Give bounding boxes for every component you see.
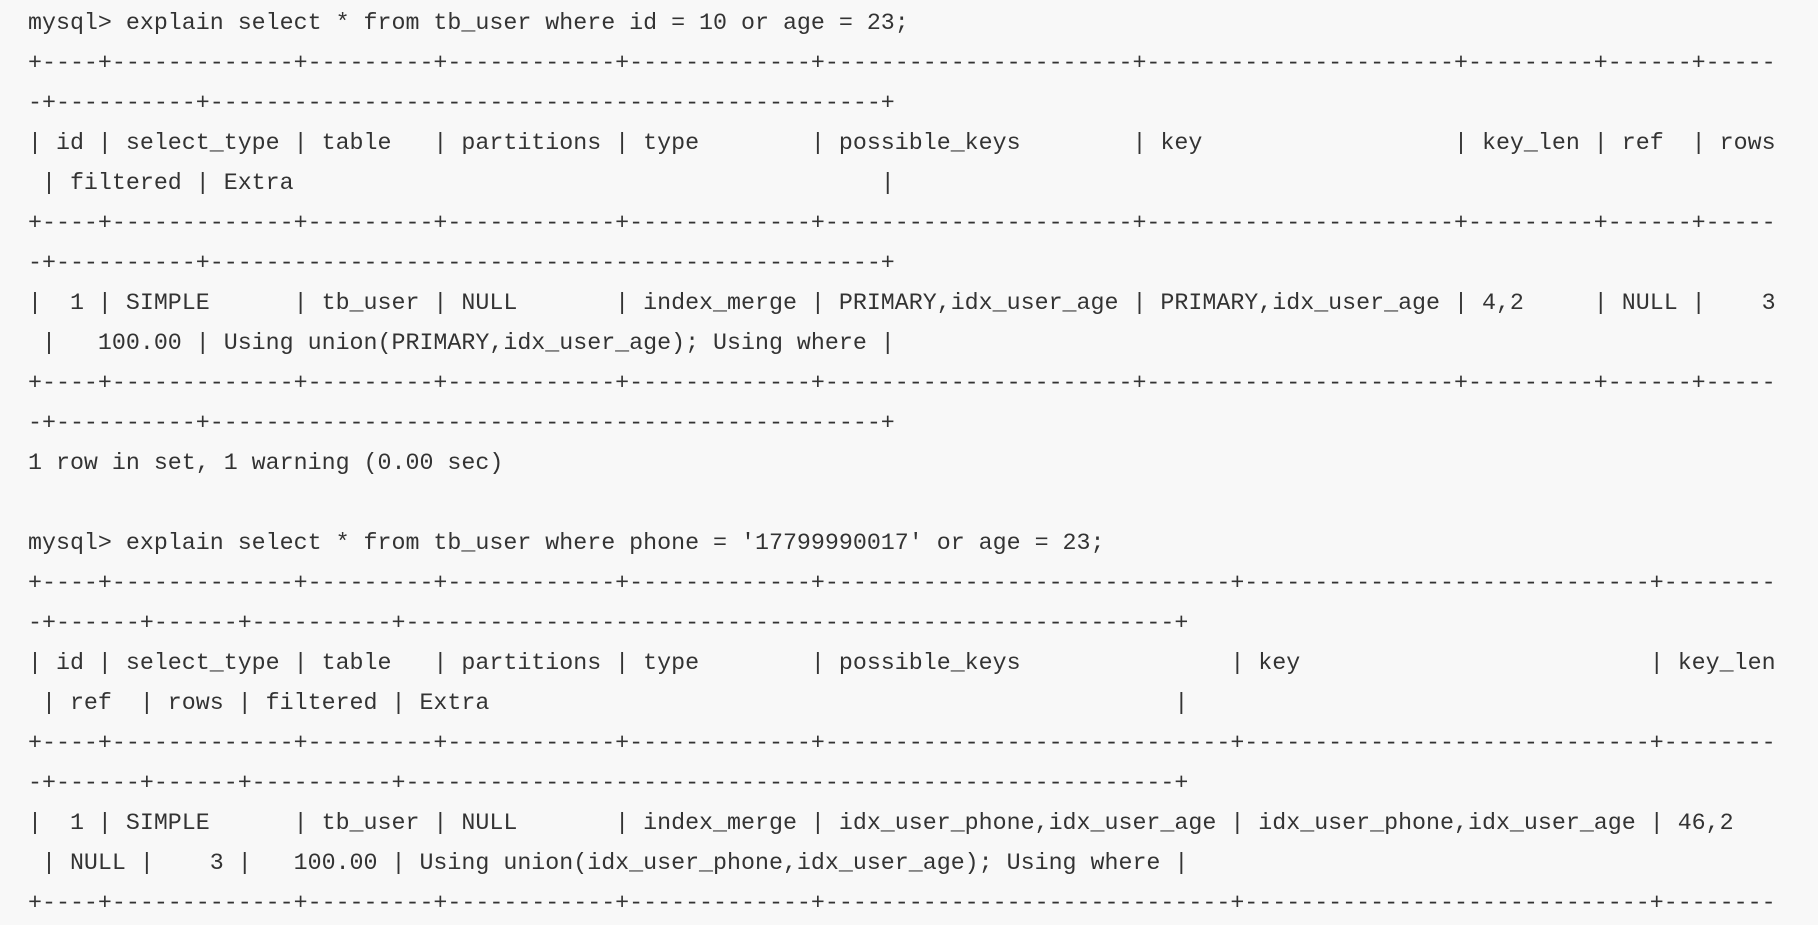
- table-header: | id | select_type | table | partitions …: [28, 130, 1776, 156]
- table-row: | 1 | SIMPLE | tb_user | NULL | index_me…: [28, 290, 1776, 316]
- query-command: mysql> explain select * from tb_user whe…: [28, 10, 909, 36]
- table-separator: +----+-------------+---------+----------…: [28, 210, 1776, 236]
- table-separator: -+------+------+----------+-------------…: [28, 770, 1189, 796]
- table-separator: +----+-------------+---------+----------…: [28, 570, 1776, 596]
- table-row: | 100.00 | Using union(PRIMARY,idx_user_…: [28, 330, 895, 356]
- table-separator: +----+-------------+---------+----------…: [28, 370, 1776, 396]
- table-row: | 1 | SIMPLE | tb_user | NULL | index_me…: [28, 810, 1734, 836]
- query-command: mysql> explain select * from tb_user whe…: [28, 530, 1105, 556]
- table-row: | NULL | 3 | 100.00 | Using union(idx_us…: [28, 850, 1189, 876]
- table-separator: +----+-------------+---------+----------…: [28, 890, 1776, 916]
- table-separator: +----+-------------+---------+----------…: [28, 50, 1776, 76]
- table-header: | ref | rows | filtered | Extra |: [28, 690, 1189, 716]
- table-header: | id | select_type | table | partitions …: [28, 650, 1776, 676]
- table-separator: -+----------+---------------------------…: [28, 410, 895, 436]
- table-separator: -+----------+---------------------------…: [28, 90, 895, 116]
- result-summary: 1 row in set, 1 warning (0.00 sec): [28, 450, 504, 476]
- table-header: | filtered | Extra |: [28, 170, 895, 196]
- terminal-output: mysql> explain select * from tb_user whe…: [28, 3, 1776, 923]
- table-separator: -+------+------+----------+-------------…: [28, 610, 1189, 636]
- table-separator: +----+-------------+---------+----------…: [28, 730, 1776, 756]
- table-separator: -+----------+---------------------------…: [28, 250, 895, 276]
